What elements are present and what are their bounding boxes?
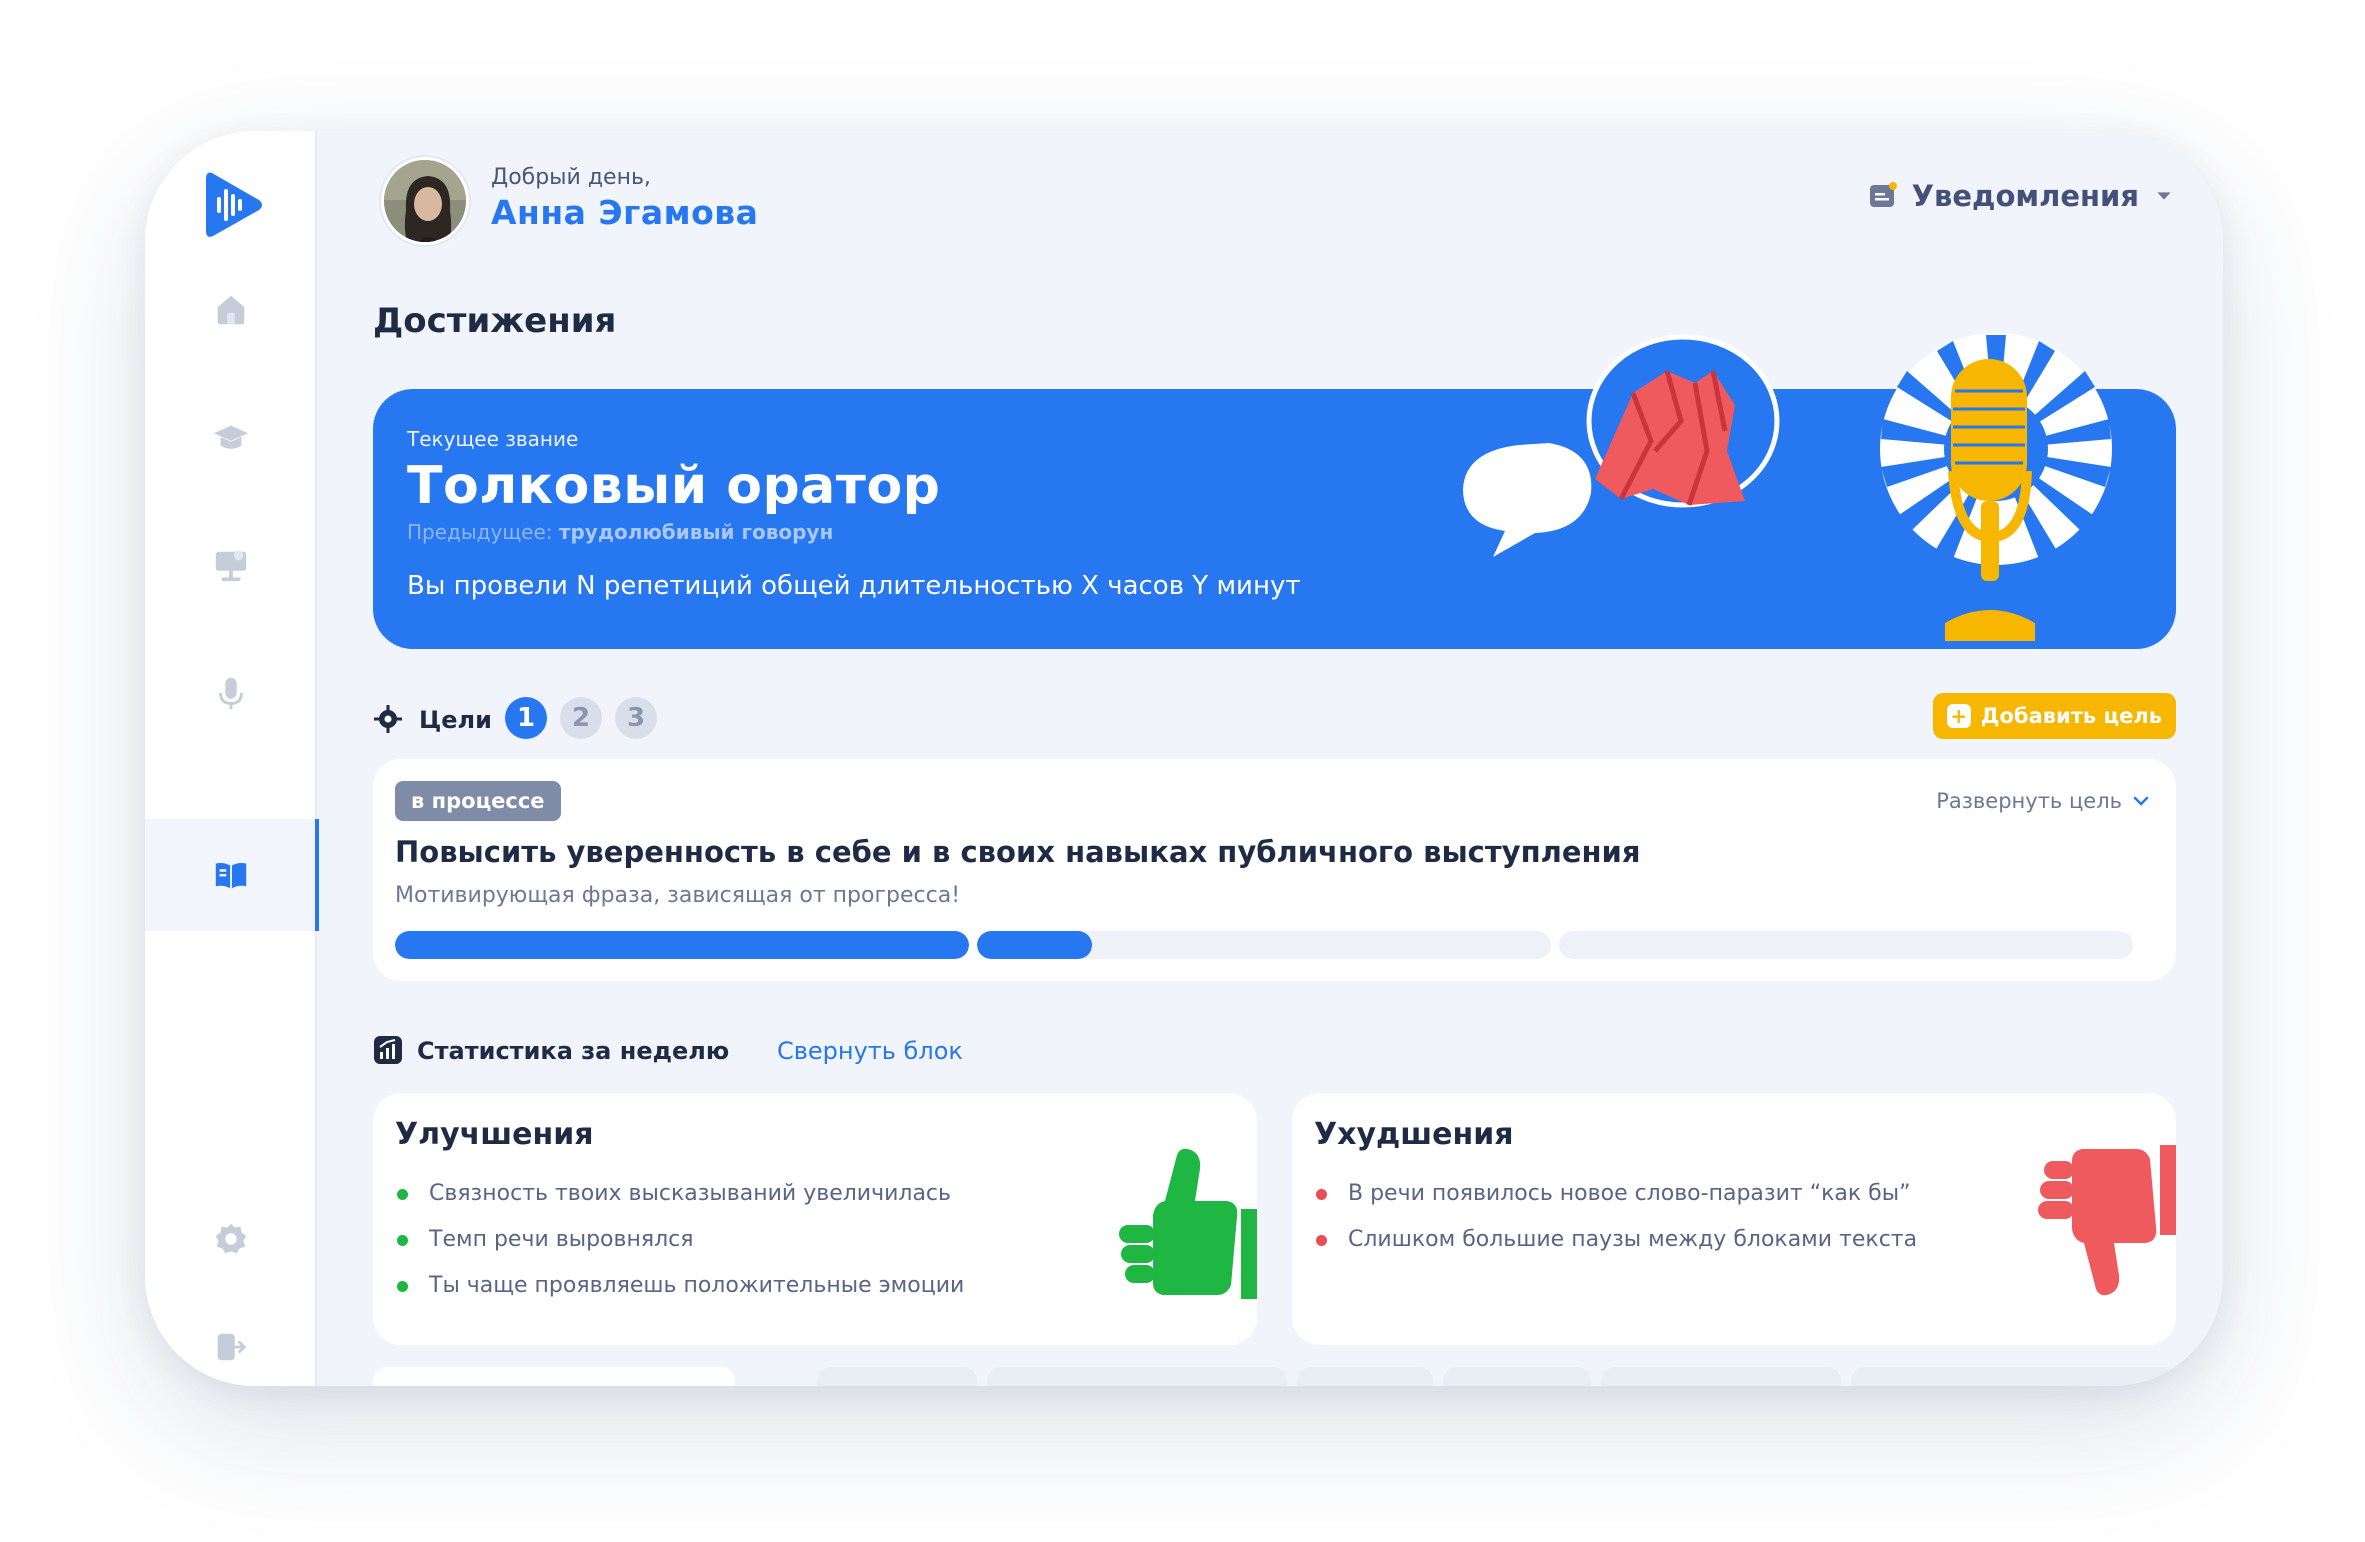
app-logo-icon[interactable] bbox=[202, 169, 264, 241]
next-section-placeholder bbox=[1297, 1367, 1433, 1386]
declines-card: Ухудшения В речи появилось новое слово-п… bbox=[1292, 1093, 2176, 1345]
presentation-icon bbox=[215, 550, 247, 582]
goals-row: Цели 1 2 3 + Добавить цель bbox=[373, 693, 2176, 743]
next-section-placeholder bbox=[1601, 1367, 1841, 1386]
add-goal-button[interactable]: + Добавить цель bbox=[1932, 693, 2176, 739]
graduation-cap-icon bbox=[213, 425, 249, 449]
notifications-label: Уведомления bbox=[1911, 179, 2139, 213]
sidebar bbox=[145, 131, 319, 1386]
progress-segment-1 bbox=[395, 931, 969, 959]
sidebar-item-logout[interactable] bbox=[145, 1291, 317, 1386]
chevron-down-icon bbox=[2133, 796, 2149, 806]
current-rank-label: Текущее звание bbox=[407, 427, 579, 451]
list-item: Ты чаще проявляешь положительные эмоции bbox=[395, 1273, 964, 1319]
goal-tab-3[interactable]: 3 bbox=[615, 697, 657, 739]
notifications-dropdown[interactable]: Уведомления bbox=[1868, 179, 2175, 213]
next-section-card bbox=[373, 1367, 735, 1386]
chart-icon bbox=[374, 1036, 402, 1064]
previous-rank: Предыдущее: трудолюбивый говорун bbox=[407, 520, 833, 544]
goal-tab-1[interactable]: 1 bbox=[505, 697, 547, 739]
target-icon bbox=[374, 705, 402, 733]
expand-goal-button[interactable]: Развернуть цель bbox=[1936, 789, 2150, 813]
caret-down-icon bbox=[2157, 192, 2171, 200]
list-item: Слишком большие паузы между блоками текс… bbox=[1314, 1227, 1917, 1273]
sidebar-item-home[interactable] bbox=[145, 253, 317, 365]
next-section-placeholder bbox=[817, 1367, 977, 1386]
user-photo bbox=[384, 160, 466, 242]
goal-tab-2[interactable]: 2 bbox=[560, 697, 602, 739]
add-goal-label: Добавить цель bbox=[1980, 704, 2162, 728]
previous-rank-value: трудолюбивый говорун bbox=[558, 520, 834, 544]
declines-list: В речи появилось новое слово-паразит “ка… bbox=[1314, 1181, 1917, 1273]
expand-goal-label: Развернуть цель bbox=[1936, 789, 2122, 813]
logout-icon bbox=[217, 1333, 246, 1361]
improvements-card: Улучшения Связность твоих высказываний у… bbox=[373, 1093, 1257, 1345]
sidebar-item-recording[interactable] bbox=[145, 637, 317, 749]
book-icon bbox=[215, 862, 247, 889]
next-section-placeholder bbox=[1443, 1367, 1591, 1386]
sidebar-item-presentations[interactable] bbox=[145, 509, 317, 621]
progress-segment-3 bbox=[1559, 931, 2133, 959]
previous-rank-prefix: Предыдущее: bbox=[407, 520, 553, 544]
microphone-icon bbox=[219, 677, 243, 710]
goal-title: Повысить уверенность в себе и в своих на… bbox=[395, 835, 1641, 869]
page-title: Достижения bbox=[373, 301, 617, 341]
user-name: Анна Эгамова bbox=[491, 193, 759, 232]
list-item: Связность твоих высказываний увеличилась bbox=[395, 1181, 964, 1227]
improvements-list: Связность твоих высказываний увеличилась… bbox=[395, 1181, 964, 1319]
sidebar-item-courses[interactable] bbox=[145, 381, 317, 493]
sidebar-item-achievements[interactable] bbox=[145, 819, 319, 931]
list-item: В речи появилось новое слово-паразит “ка… bbox=[1314, 1181, 1917, 1227]
current-rank: Толковый оратор bbox=[407, 456, 941, 516]
progress-fill-2 bbox=[977, 931, 1092, 959]
next-section-placeholder bbox=[987, 1367, 1287, 1386]
progress-segment-2 bbox=[977, 931, 1551, 959]
status-badge: в процессе bbox=[395, 781, 561, 821]
next-section-placeholder bbox=[1851, 1367, 2181, 1386]
notification-icon bbox=[1869, 182, 1897, 207]
sidebar-item-settings[interactable] bbox=[145, 1183, 317, 1295]
goal-motto: Мотивирующая фраза, зависящая от прогрес… bbox=[395, 883, 961, 908]
weekly-stats-header: Статистика за неделю Свернуть блок bbox=[373, 1031, 1273, 1071]
orator-illustration bbox=[1463, 333, 2112, 641]
collapse-block-link[interactable]: Свернуть блок bbox=[777, 1037, 963, 1065]
greeting: Добрый день, bbox=[491, 165, 651, 190]
thumbs-up-icon bbox=[1119, 1148, 1257, 1299]
plus-icon: + bbox=[1946, 704, 1971, 728]
avatar[interactable] bbox=[381, 157, 469, 245]
thumbs-down-icon bbox=[2038, 1145, 2176, 1296]
declines-title: Ухудшения bbox=[1314, 1117, 1514, 1152]
app-window: Добрый день, Анна Эгамова Уведомления До… bbox=[145, 131, 2223, 1386]
weekly-stats-label: Статистика за неделю bbox=[417, 1037, 730, 1065]
rank-stats-text: Вы провели N репетиций общей длительност… bbox=[407, 571, 1301, 601]
improvements-title: Улучшения bbox=[395, 1117, 594, 1152]
home-icon bbox=[217, 295, 245, 325]
goals-label: Цели bbox=[419, 706, 492, 734]
gear-icon bbox=[215, 1223, 247, 1254]
goal-card: в процессе Развернуть цель Повысить увер… bbox=[373, 759, 2176, 981]
progress-fill-1 bbox=[395, 931, 969, 959]
list-item: Темп речи выровнялся bbox=[395, 1227, 964, 1273]
